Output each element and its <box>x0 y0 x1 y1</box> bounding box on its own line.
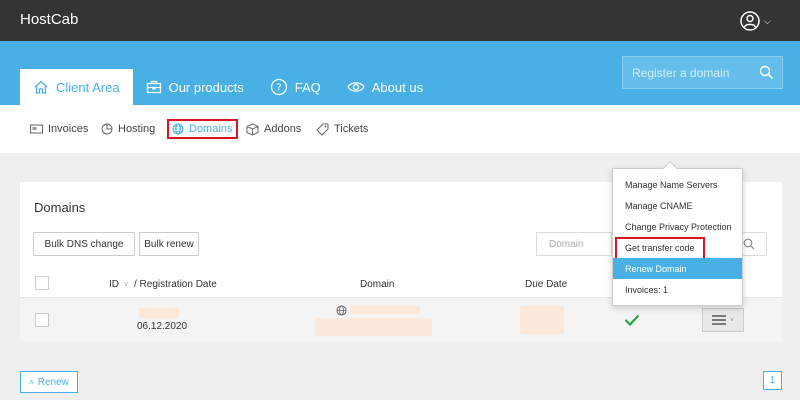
column-due-date[interactable]: Due Date <box>525 279 567 290</box>
bulk-renew-button[interactable]: Bulk renew <box>139 232 199 256</box>
renew-button-label: Renew <box>37 376 69 388</box>
chevron-down-icon: ˅ <box>729 316 735 324</box>
tab-label: Our products <box>168 79 244 95</box>
brand-logo[interactable]: HostCab <box>20 11 78 28</box>
column-id-label: ID <box>109 279 119 290</box>
tab-faq[interactable]: ? FAQ <box>257 69 334 105</box>
search-icon <box>743 238 755 250</box>
eye-icon <box>347 82 365 92</box>
header-band: Client Area Our products ? FAQ About us … <box>0 41 800 105</box>
pagination-page-1[interactable]: 1 <box>763 371 782 390</box>
tab-client-area[interactable]: Client Area <box>20 69 133 105</box>
domain-filter-placeholder: Domain <box>549 238 584 250</box>
search-icon[interactable] <box>759 65 774 80</box>
user-menu[interactable]: ⌵ <box>740 9 782 33</box>
menu-lines-icon <box>711 315 726 325</box>
subnav-item-tickets[interactable]: Tickets <box>316 119 368 139</box>
row-actions-dropdown: Manage Name Servers Manage CNAME Change … <box>612 160 743 306</box>
subnav-item-invoices[interactable]: Invoices <box>30 119 88 139</box>
subnav-label: Domains <box>189 123 233 135</box>
sub-nav: Invoices Hosting Domains Addons Tickets <box>0 105 800 153</box>
redacted-domain-name[interactable] <box>315 318 432 336</box>
user-icon <box>740 11 760 31</box>
box-icon <box>246 122 259 136</box>
domain-filter-input[interactable]: Domain <box>536 232 612 256</box>
chevron-up-icon: ˄ <box>29 377 34 387</box>
chevron-down-icon: ⌵ <box>764 15 771 26</box>
invoice-icon <box>30 124 43 134</box>
select-all-checkbox[interactable] <box>35 276 49 290</box>
tab-label: FAQ <box>294 79 321 95</box>
menu-item-change-privacy-protection[interactable]: Change Privacy Protection <box>613 216 742 237</box>
menu-item-invoices[interactable]: Invoices: 1 <box>613 279 742 300</box>
row-registration-date: 06.12.2020 <box>137 321 188 332</box>
column-id[interactable]: ID ˅ <box>109 279 128 290</box>
globe-icon <box>172 123 184 135</box>
row-checkbox[interactable] <box>35 313 49 327</box>
subnav-label: Tickets <box>334 123 369 135</box>
panel-title: Domains <box>34 200 86 215</box>
subnav-item-hosting[interactable]: Hosting <box>101 119 155 139</box>
subnav-label: Invoices <box>48 123 89 135</box>
subnav-item-domains[interactable]: Domains <box>167 119 239 139</box>
main-nav: Client Area Our products ? FAQ About us <box>20 69 436 105</box>
register-domain-search[interactable]: Register a domain <box>622 56 783 89</box>
question-icon: ? <box>270 78 287 96</box>
redacted-due-date <box>520 306 564 334</box>
tab-label: Client Area <box>56 79 120 95</box>
checkmark-icon <box>624 314 640 326</box>
briefcase-icon <box>146 80 161 94</box>
subnav-label: Hosting <box>118 123 156 135</box>
menu-item-get-transfer-code[interactable]: Get transfer code <box>613 237 742 262</box>
tag-icon <box>316 123 329 136</box>
tab-our-products[interactable]: Our products <box>133 69 257 105</box>
svg-text:?: ? <box>276 83 281 94</box>
renew-button[interactable]: ˄ Renew <box>20 371 78 393</box>
redacted-domain <box>350 306 420 314</box>
home-icon <box>34 80 48 94</box>
register-domain-placeholder: Register a domain <box>632 65 730 80</box>
bulk-dns-change-button[interactable]: Bulk DNS change <box>33 232 135 256</box>
menu-item-renew-domain[interactable]: Renew Domain <box>613 258 742 279</box>
sort-down-icon: ˅ <box>123 280 129 289</box>
dropdown-caret <box>662 160 678 176</box>
subnav-item-addons[interactable]: Addons <box>246 119 301 139</box>
globe-icon <box>336 305 347 316</box>
top-bar: HostCab ⌵ <box>0 0 800 41</box>
tab-label: About us <box>371 79 424 95</box>
menu-item-manage-name-servers[interactable]: Manage Name Servers <box>613 174 742 195</box>
column-registration-date[interactable]: / Registration Date <box>134 279 217 290</box>
redacted-id <box>139 308 179 318</box>
subnav-label: Addons <box>264 123 302 135</box>
column-domain[interactable]: Domain <box>360 279 394 290</box>
row-actions-button[interactable]: ˅ <box>702 308 744 332</box>
pie-chart-icon <box>101 123 113 135</box>
menu-item-manage-cname[interactable]: Manage CNAME <box>613 195 742 216</box>
tab-about-us[interactable]: About us <box>334 69 436 105</box>
